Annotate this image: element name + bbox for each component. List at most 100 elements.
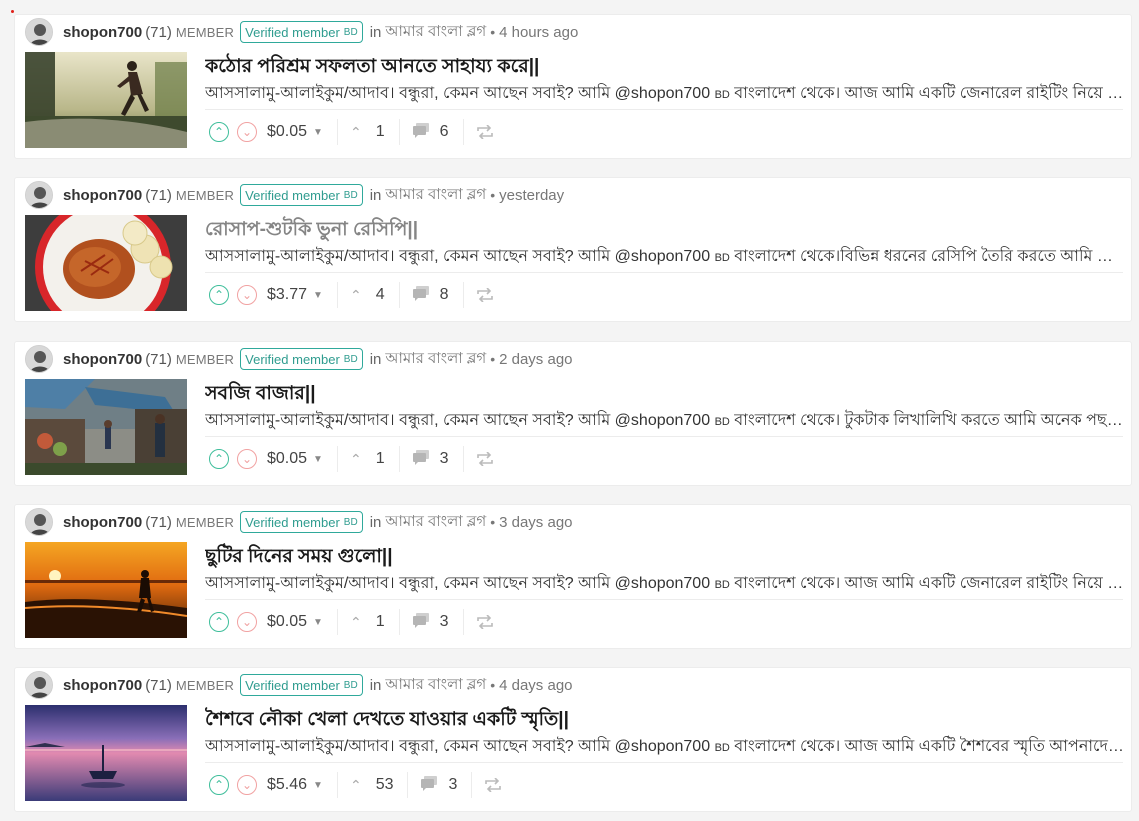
post-thumbnail[interactable] <box>25 52 187 148</box>
downvote-icon[interactable]: ⌄ <box>237 449 257 469</box>
upvote-icon[interactable]: ⌃ <box>209 775 229 795</box>
post-summary[interactable]: আসসালামু-আলাইকুম/আদাব। বন্ধুরা, কেমন আছে… <box>205 733 1124 760</box>
post-footer: ⌃ ⌄ $5.46 ▼ ⌃ 53 3 <box>209 771 502 799</box>
upvote-icon[interactable]: ⌃ <box>209 612 229 632</box>
footer-separator <box>398 119 400 145</box>
comments-count[interactable]: 8 <box>412 285 449 306</box>
payout[interactable]: $0.05 ▼ <box>267 123 323 141</box>
payout[interactable]: $0.05 ▼ <box>267 450 323 468</box>
verified-badge: Verified member BD <box>240 511 363 533</box>
post-summary[interactable]: আসসালামু-আলাইকুম/আদাব। বন্ধুরা, কেমন আছে… <box>205 407 1124 434</box>
post-thumbnail[interactable] <box>25 215 187 311</box>
author-link[interactable]: shopon700 <box>63 677 142 694</box>
downvote-icon[interactable]: ⌄ <box>237 612 257 632</box>
votes-count[interactable]: ⌃ 1 <box>350 123 385 141</box>
post-thumbnail[interactable] <box>25 542 187 638</box>
votes-count[interactable]: ⌃ 4 <box>350 286 385 304</box>
reblog-icon[interactable] <box>476 288 494 302</box>
author-reputation: (71) <box>145 186 172 204</box>
comments-count[interactable]: 3 <box>420 775 457 796</box>
votes-count[interactable]: ⌃ 1 <box>350 450 385 468</box>
post-time[interactable]: 4 days ago <box>499 677 572 694</box>
votes-count[interactable]: ⌃ 53 <box>350 776 394 794</box>
reblog-icon[interactable] <box>484 778 502 792</box>
verified-country: BD <box>343 189 358 201</box>
post-time[interactable]: 2 days ago <box>499 351 572 368</box>
post-time[interactable]: 4 hours ago <box>499 24 578 41</box>
community-link[interactable]: আমার বাংলা ব্লগ <box>385 673 486 698</box>
avatar[interactable] <box>25 181 53 209</box>
summary-text: আসসালামু-আলাইকুম/আদাব। বন্ধুরা, কেমন আছে… <box>205 575 711 592</box>
verified-badge-text: Verified member <box>245 514 340 530</box>
post-time[interactable]: 3 days ago <box>499 514 572 531</box>
payout-value: $5.46 <box>267 776 308 793</box>
community-link[interactable]: আমার বাংলা ব্লগ <box>385 183 486 208</box>
comments-icon <box>412 612 430 633</box>
post-header: shopon700 (71) MEMBER Verified member BD … <box>25 508 573 536</box>
divider <box>205 599 1123 600</box>
divider <box>205 272 1123 273</box>
post-thumbnail[interactable] <box>25 705 187 801</box>
payout[interactable]: $5.46 ▼ <box>267 776 323 794</box>
downvote-icon[interactable]: ⌄ <box>237 775 257 795</box>
in-label: in <box>369 23 382 41</box>
summary-country: BD <box>714 252 730 264</box>
author-link[interactable]: shopon700 <box>63 187 142 204</box>
author-reputation: (71) <box>145 676 172 694</box>
upvote-icon[interactable]: ⌃ <box>209 449 229 469</box>
payout-value: $0.05 <box>267 450 308 467</box>
upvote-icon[interactable]: ⌃ <box>209 285 229 305</box>
payout[interactable]: $0.05 ▼ <box>267 613 323 631</box>
downvote-icon[interactable]: ⌄ <box>237 122 257 142</box>
community-link[interactable]: আমার বাংলা ব্লগ <box>385 20 486 45</box>
verified-badge-text: Verified member <box>245 677 340 693</box>
author-link[interactable]: shopon700 <box>63 24 142 41</box>
post-thumbnail[interactable] <box>25 379 187 475</box>
summary-text: আসসালামু-আলাইকুম/আদাব। বন্ধুরা, কেমন আছে… <box>205 412 711 429</box>
dropdown-caret-icon[interactable]: ▼ <box>313 290 323 301</box>
comments-count[interactable]: 3 <box>412 449 449 470</box>
avatar[interactable] <box>25 508 53 536</box>
post-card: shopon700 (71) MEMBER Verified member BD … <box>14 177 1132 322</box>
chevron-up-icon: ⌃ <box>349 613 362 630</box>
avatar[interactable] <box>25 345 53 373</box>
post-summary[interactable]: আসসালামু-আলাইকুম/আদাব। বন্ধুরা, কেমন আছে… <box>205 80 1124 107</box>
votes-count[interactable]: ⌃ 1 <box>350 613 385 631</box>
community-link[interactable]: আমার বাংলা ব্লগ <box>385 510 486 535</box>
author-reputation: (71) <box>145 513 172 531</box>
verified-country: BD <box>343 26 358 38</box>
comments-count[interactable]: 6 <box>412 122 449 143</box>
footer-separator <box>462 446 464 472</box>
verified-country: BD <box>343 679 358 691</box>
author-link[interactable]: shopon700 <box>63 351 142 368</box>
payout[interactable]: $3.77 ▼ <box>267 286 323 304</box>
avatar[interactable] <box>25 671 53 699</box>
downvote-icon[interactable]: ⌄ <box>237 285 257 305</box>
in-label: in <box>369 350 382 368</box>
dropdown-caret-icon[interactable]: ▼ <box>313 617 323 628</box>
verified-badge-text: Verified member <box>245 24 340 40</box>
post-summary[interactable]: আসসালামু-আলাইকুম/আদাব। বন্ধুরা, কেমন আছে… <box>205 570 1124 597</box>
upvote-icon[interactable]: ⌃ <box>209 122 229 142</box>
chevron-up-icon: ⌃ <box>349 123 362 140</box>
reblog-icon[interactable] <box>476 452 494 466</box>
author-link[interactable]: shopon700 <box>63 514 142 531</box>
post-card: shopon700 (71) MEMBER Verified member BD … <box>14 14 1132 159</box>
post-summary[interactable]: আসসালামু-আলাইকুম/আদাব। বন্ধুরা, কেমন আছে… <box>205 243 1124 270</box>
dropdown-caret-icon[interactable]: ▼ <box>313 780 323 791</box>
reblog-icon[interactable] <box>476 615 494 629</box>
comments-count[interactable]: 3 <box>412 612 449 633</box>
post-footer: ⌃ ⌄ $0.05 ▼ ⌃ 1 3 <box>209 608 494 636</box>
post-time[interactable]: yesterday <box>499 187 564 204</box>
avatar[interactable] <box>25 18 53 46</box>
dropdown-caret-icon[interactable]: ▼ <box>313 454 323 465</box>
reblog-icon[interactable] <box>476 125 494 139</box>
verified-country: BD <box>343 353 358 365</box>
comments-icon <box>412 122 430 143</box>
in-label: in <box>369 676 382 694</box>
summary-country: BD <box>714 416 730 428</box>
community-link[interactable]: আমার বাংলা ব্লগ <box>385 347 486 372</box>
dropdown-caret-icon[interactable]: ▼ <box>313 127 323 138</box>
post-header: shopon700 (71) MEMBER Verified member BD … <box>25 345 573 373</box>
footer-separator <box>398 446 400 472</box>
